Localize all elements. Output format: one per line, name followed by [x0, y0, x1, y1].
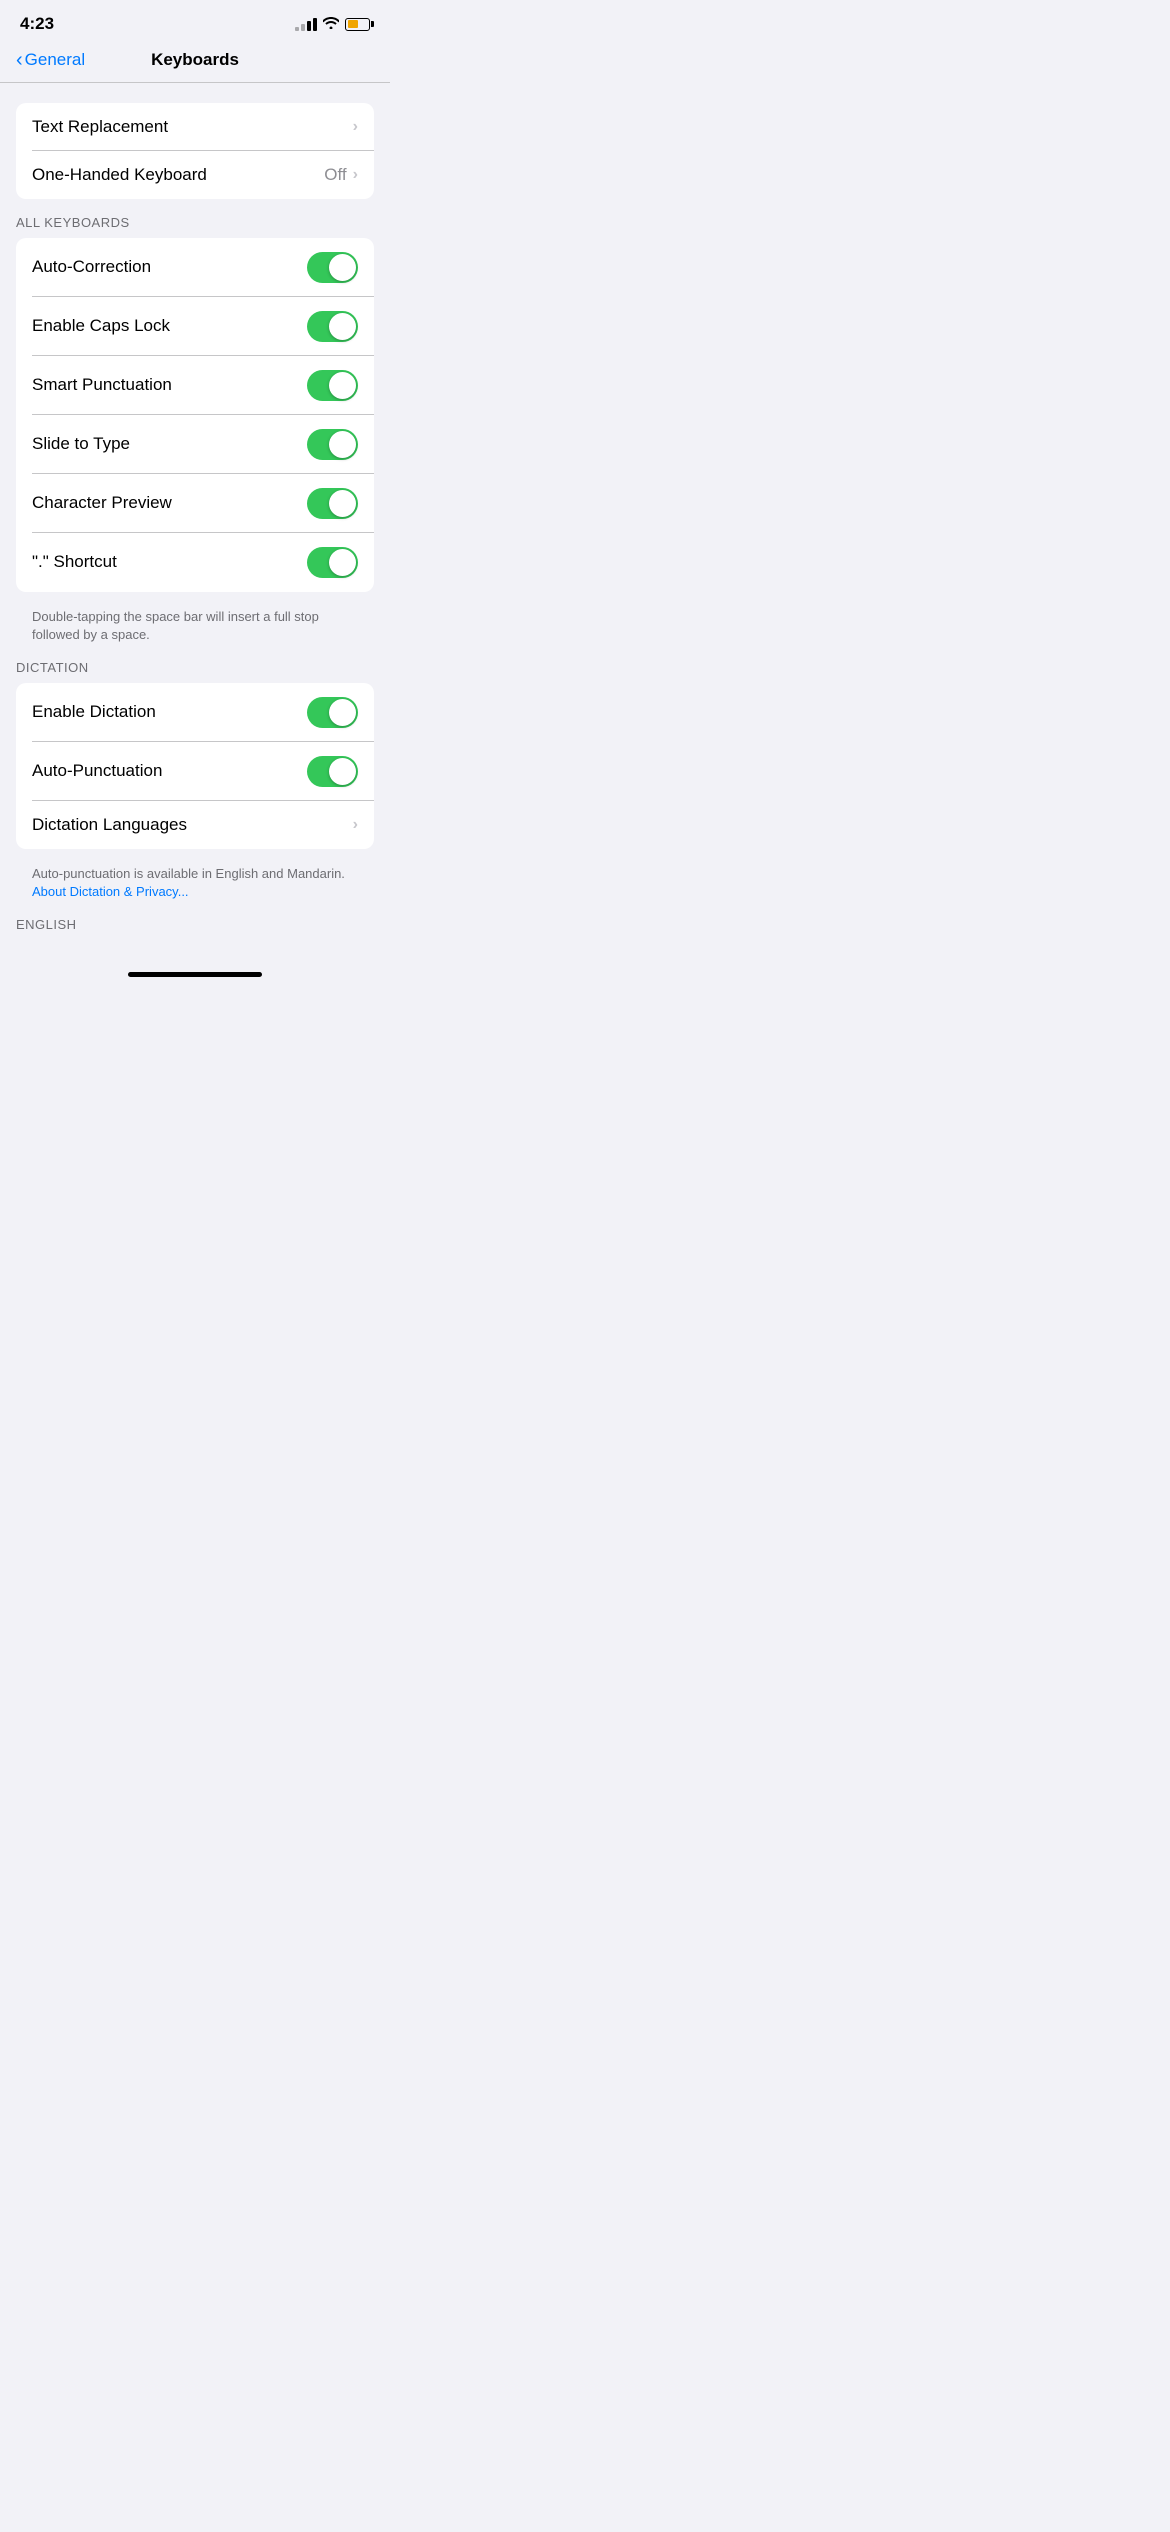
enable-dictation-item[interactable]: Enable Dictation: [16, 683, 374, 742]
dictation-privacy-link[interactable]: About Dictation & Privacy...: [32, 884, 189, 899]
dictation-note: Auto-punctuation is available in English…: [0, 857, 390, 917]
all-keyboards-note: Double-tapping the space bar will insert…: [0, 600, 390, 660]
all-keyboards-label: ALL KEYBOARDS: [0, 215, 390, 230]
home-bar: [128, 972, 262, 977]
slide-to-type-item[interactable]: Slide to Type: [16, 415, 374, 474]
dictation-section-label: DICTATION: [0, 660, 390, 675]
auto-correction-label: Auto-Correction: [32, 257, 151, 277]
text-replacement-item[interactable]: Text Replacement ›: [16, 103, 374, 151]
main-section-group: Text Replacement › One-Handed Keyboard O…: [16, 103, 374, 199]
smart-punctuation-item[interactable]: Smart Punctuation: [16, 356, 374, 415]
slide-to-type-label: Slide to Type: [32, 434, 130, 454]
character-preview-label: Character Preview: [32, 493, 172, 513]
english-section-label: ENGLISH: [0, 917, 390, 932]
back-label: General: [25, 50, 85, 70]
auto-punctuation-toggle-knob: [329, 758, 356, 785]
auto-correction-item[interactable]: Auto-Correction: [16, 238, 374, 297]
smart-punctuation-toggle[interactable]: [307, 370, 358, 401]
text-replacement-right: ›: [353, 118, 358, 136]
back-chevron-icon: ‹: [16, 50, 23, 70]
one-handed-keyboard-item[interactable]: One-Handed Keyboard Off ›: [16, 151, 374, 199]
nav-bar: ‹ General Keyboards: [0, 42, 390, 82]
auto-correction-toggle[interactable]: [307, 252, 358, 283]
status-bar: 4:23: [0, 0, 390, 42]
dictation-note-text: Auto-punctuation is available in English…: [32, 866, 345, 881]
page-title: Keyboards: [151, 50, 239, 70]
dictation-group: Enable Dictation Auto-Punctuation Dictat…: [16, 683, 374, 849]
back-button[interactable]: ‹ General: [16, 50, 85, 70]
auto-punctuation-toggle[interactable]: [307, 756, 358, 787]
character-preview-toggle-knob: [329, 490, 356, 517]
one-handed-keyboard-label: One-Handed Keyboard: [32, 165, 207, 185]
period-shortcut-item[interactable]: "." Shortcut: [16, 533, 374, 592]
enable-caps-lock-item[interactable]: Enable Caps Lock: [16, 297, 374, 356]
home-indicator: [0, 960, 390, 985]
text-replacement-label: Text Replacement: [32, 117, 168, 137]
one-handed-keyboard-right: Off ›: [324, 165, 358, 185]
one-handed-keyboard-value: Off: [324, 165, 346, 185]
slide-to-type-toggle-knob: [329, 431, 356, 458]
enable-dictation-toggle-knob: [329, 699, 356, 726]
one-handed-keyboard-chevron-icon: ›: [353, 166, 358, 184]
dictation-languages-chevron-icon: ›: [353, 816, 358, 834]
status-icons: [295, 16, 370, 32]
enable-caps-lock-label: Enable Caps Lock: [32, 316, 170, 336]
status-time: 4:23: [20, 14, 54, 34]
wifi-icon: [323, 16, 339, 32]
period-shortcut-toggle[interactable]: [307, 547, 358, 578]
content: Text Replacement › One-Handed Keyboard O…: [0, 83, 390, 961]
dictation-languages-right: ›: [353, 816, 358, 834]
auto-punctuation-label: Auto-Punctuation: [32, 761, 162, 781]
signal-bars-icon: [295, 18, 317, 31]
auto-punctuation-item[interactable]: Auto-Punctuation: [16, 742, 374, 801]
dictation-languages-item[interactable]: Dictation Languages ›: [16, 801, 374, 849]
period-shortcut-toggle-knob: [329, 549, 356, 576]
battery-icon: [345, 18, 370, 31]
enable-dictation-toggle[interactable]: [307, 697, 358, 728]
period-shortcut-label: "." Shortcut: [32, 552, 117, 572]
enable-caps-lock-toggle-knob: [329, 313, 356, 340]
auto-correction-toggle-knob: [329, 254, 356, 281]
smart-punctuation-toggle-knob: [329, 372, 356, 399]
character-preview-item[interactable]: Character Preview: [16, 474, 374, 533]
slide-to-type-toggle[interactable]: [307, 429, 358, 460]
enable-caps-lock-toggle[interactable]: [307, 311, 358, 342]
text-replacement-chevron-icon: ›: [353, 118, 358, 136]
character-preview-toggle[interactable]: [307, 488, 358, 519]
dictation-languages-label: Dictation Languages: [32, 815, 187, 835]
enable-dictation-label: Enable Dictation: [32, 702, 156, 722]
all-keyboards-group: Auto-Correction Enable Caps Lock Smart P…: [16, 238, 374, 592]
smart-punctuation-label: Smart Punctuation: [32, 375, 172, 395]
